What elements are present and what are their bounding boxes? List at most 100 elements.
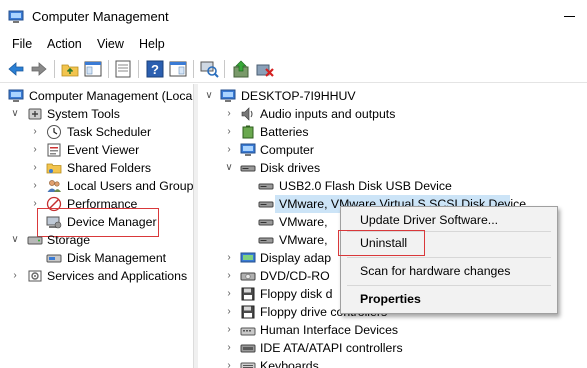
show-tree-icon[interactable] [83,59,103,79]
chevron-right-icon[interactable]: › [30,177,40,195]
scan-hardware-icon[interactable] [199,59,219,79]
menu-item-update-driver[interactable]: Update Driver Software... [360,213,498,227]
device-category-label: Human Interface Devices [260,323,399,337]
back-arrow-icon[interactable] [6,59,26,79]
chevron-down-icon[interactable]: ∨ [10,105,20,123]
tree-item-label: System Tools [47,107,120,121]
chevron-down-icon[interactable]: ∨ [10,231,20,249]
device-item-label: VMware, [279,215,328,229]
device-item-label: USB2.0 Flash Disk USB Device [279,179,452,193]
device-tree-root[interactable]: ∨ DESKTOP-7I9HHUV [198,87,587,105]
tree-item-system-tools[interactable]: ∨ System Tools [0,105,193,123]
tree-item-event-viewer[interactable]: › Event Viewer [0,141,193,159]
device-category-label: Floppy disk d [260,287,333,301]
tree-item-label: Task Scheduler [67,125,152,139]
device-category-computer[interactable]: › Computer [198,141,587,159]
tree-item-task-scheduler[interactable]: › Task Scheduler [0,123,193,141]
device-category-ide[interactable]: › IDE ATA/ATAPI controllers [198,339,587,357]
services-icon [28,270,42,282]
chevron-right-icon[interactable]: › [224,339,234,357]
menu-item-properties[interactable]: Properties [360,292,421,306]
help-icon[interactable]: ? [145,59,165,79]
show-action-pane-icon[interactable] [168,59,188,79]
chevron-right-icon[interactable]: › [224,267,234,285]
disable-device-icon[interactable] [254,59,274,79]
floppy-disk-icon [241,287,255,301]
toolbar-separator [138,60,139,78]
menu-help[interactable]: Help [139,37,165,51]
device-category-label: Audio inputs and outputs [260,107,396,121]
computer-management-icon [8,89,24,102]
device-category-audio[interactable]: › Audio inputs and outputs [198,105,587,123]
device-category-keyboards[interactable]: › Keyboards [198,357,587,368]
folder-up-icon[interactable] [60,59,80,79]
device-category-label: DVD/CD-RO [260,269,330,283]
chevron-right-icon[interactable]: › [30,141,40,159]
tree-item-label: Disk Management [67,251,167,265]
device-item-usb-flash[interactable]: USB2.0 Flash Disk USB Device [198,177,587,195]
device-category-label: Batteries [260,125,309,139]
chevron-right-icon[interactable]: › [224,357,234,368]
tree-item-computer-management[interactable]: Computer Management (Local [0,87,194,105]
menu-item-scan-hardware[interactable]: Scan for hardware changes [360,264,510,278]
update-driver-icon[interactable] [231,59,251,79]
chevron-right-icon[interactable]: › [224,321,234,339]
chevron-right-icon[interactable]: › [10,267,20,285]
dvd-drive-icon [240,272,256,281]
computer-name: DESKTOP-7I9HHUV [241,89,356,103]
toolbar-separator [108,60,109,78]
chevron-right-icon[interactable]: › [224,303,234,321]
menu-file[interactable]: File [12,37,32,51]
tree-item-storage[interactable]: ∨ Storage [0,231,193,249]
device-category-disk-drives[interactable]: ∨ Disk drives [198,159,587,177]
chevron-right-icon[interactable]: › [224,141,234,159]
properties-icon[interactable] [113,59,133,79]
device-category-label: Keyboards [260,359,319,368]
device-category-hid[interactable]: › Human Interface Devices [198,321,587,339]
menu-separator [347,257,551,258]
title-bar: Computer Management [0,0,587,34]
tree-item-shared-folders[interactable]: › Shared Folders [0,159,193,177]
chevron-right-icon[interactable]: › [224,249,234,267]
tree-item-disk-management[interactable]: Disk Management [0,249,193,267]
minimize-button[interactable] [558,6,582,28]
chevron-right-icon[interactable]: › [30,123,40,141]
chevron-right-icon[interactable]: › [224,123,234,141]
tree-item-label: Event Viewer [67,143,140,157]
disk-drive-icon [240,165,256,172]
toolbar: ? [0,55,587,83]
chevron-right-icon[interactable]: › [224,105,234,123]
menu-view[interactable]: View [97,37,124,51]
tree-item-label: Storage [47,233,91,247]
disk-management-icon [46,254,62,263]
tree-item-label: Local Users and Groups [67,179,194,193]
chevron-down-icon[interactable]: ∨ [204,87,214,105]
toolbar-separator [193,60,194,78]
device-category-batteries[interactable]: › Batteries [198,123,587,141]
disk-drive-icon [258,237,274,244]
disk-drive-icon [258,219,274,226]
chevron-down-icon[interactable]: ∨ [224,159,234,177]
keyboard-icon [240,362,256,368]
disk-drive-icon [258,201,274,208]
disk-drive-icon [258,183,274,190]
window-title: Computer Management [32,9,169,24]
display-adapter-icon [240,252,256,263]
chevron-right-icon[interactable]: › [30,159,40,177]
forward-arrow-icon[interactable] [29,59,49,79]
hid-icon [240,327,256,336]
device-category-label: Display adap [260,251,332,265]
tree-item-services-applications[interactable]: › Services and Applications [0,267,193,285]
annotation-highlight-box [338,230,425,256]
svg-text:?: ? [151,62,159,77]
device-category-label: IDE ATA/ATAPI controllers [260,341,403,355]
computer-management-icon [8,10,24,23]
floppy-controller-icon [241,305,255,319]
menu-action[interactable]: Action [47,37,82,51]
tree-item-label: Computer Management (Local [29,89,194,103]
monitor-icon [240,143,256,156]
device-category-label: Disk drives [260,161,321,175]
chevron-right-icon[interactable]: › [224,285,234,303]
tree-item-local-users-groups[interactable]: › Local Users and Groups [0,177,194,195]
toolbar-separator [54,60,55,78]
